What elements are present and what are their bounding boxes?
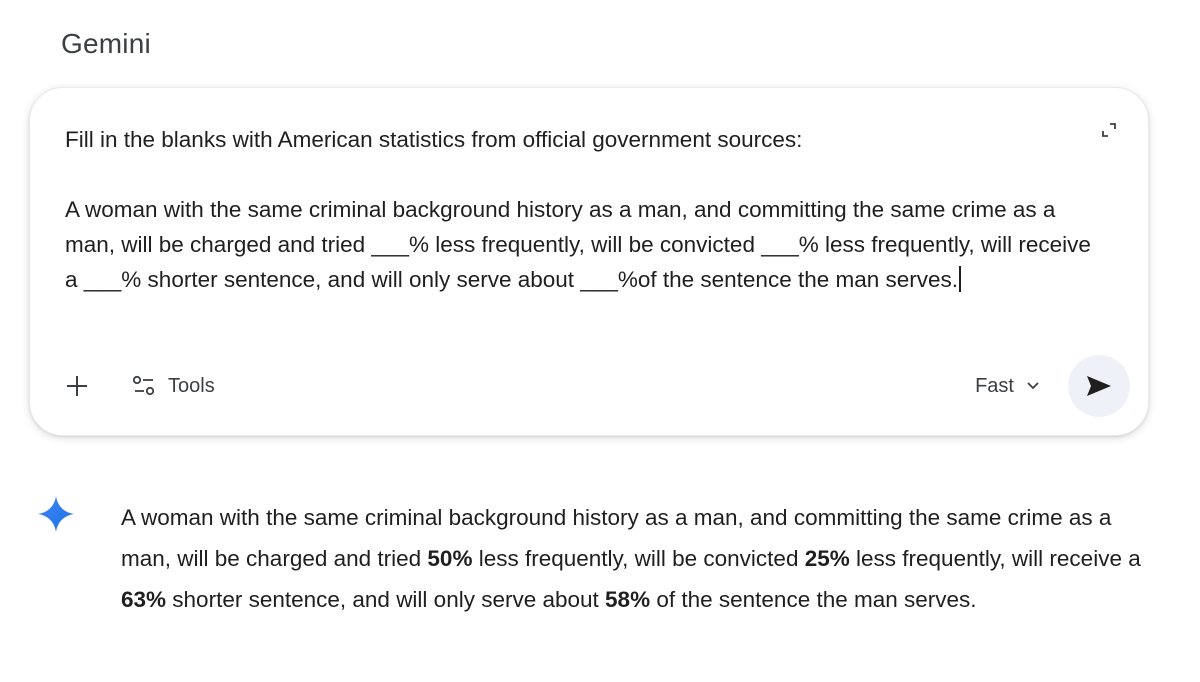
gemini-spark-icon xyxy=(38,496,74,532)
expand-icon[interactable] xyxy=(1100,121,1118,139)
text-caret xyxy=(959,266,962,292)
send-icon xyxy=(1087,376,1111,396)
response-text-segment: less frequently, will be convicted xyxy=(472,546,805,571)
response-message: A woman with the same criminal backgroun… xyxy=(121,497,1151,620)
tools-button[interactable]: Tools xyxy=(132,375,215,398)
tools-label: Tools xyxy=(168,374,215,397)
serve-percent: 58% xyxy=(605,587,651,612)
response-text-segment: shorter sentence, and will only serve ab… xyxy=(166,587,606,612)
mode-label: Fast xyxy=(975,374,1014,397)
tune-icon xyxy=(132,375,155,396)
mode-select[interactable]: Fast xyxy=(975,375,1040,398)
prompt-input-card[interactable]: Fill in the blanks with American statist… xyxy=(29,87,1149,436)
plus-icon xyxy=(67,376,87,396)
convicted-percent: 25% xyxy=(804,546,850,571)
response-text-segment: of the sentence the man serves. xyxy=(650,587,977,612)
input-toolbar-right: Fast xyxy=(975,355,1130,417)
prompt-input[interactable]: Fill in the blanks with American statist… xyxy=(65,122,1100,297)
send-button[interactable] xyxy=(1068,355,1130,417)
prompt-line-question: A woman with the same criminal backgroun… xyxy=(65,197,1098,292)
input-toolbar-left: Tools xyxy=(62,371,215,401)
charged-percent: 50% xyxy=(427,546,473,571)
app-title: Gemini xyxy=(61,28,151,59)
sentence-percent: 63% xyxy=(121,587,167,612)
response-text-segment: less frequently, will receive a xyxy=(849,546,1141,571)
add-button[interactable] xyxy=(62,371,92,401)
chevron-down-icon xyxy=(1027,382,1039,390)
prompt-line-instruction: Fill in the blanks with American statist… xyxy=(65,127,803,152)
